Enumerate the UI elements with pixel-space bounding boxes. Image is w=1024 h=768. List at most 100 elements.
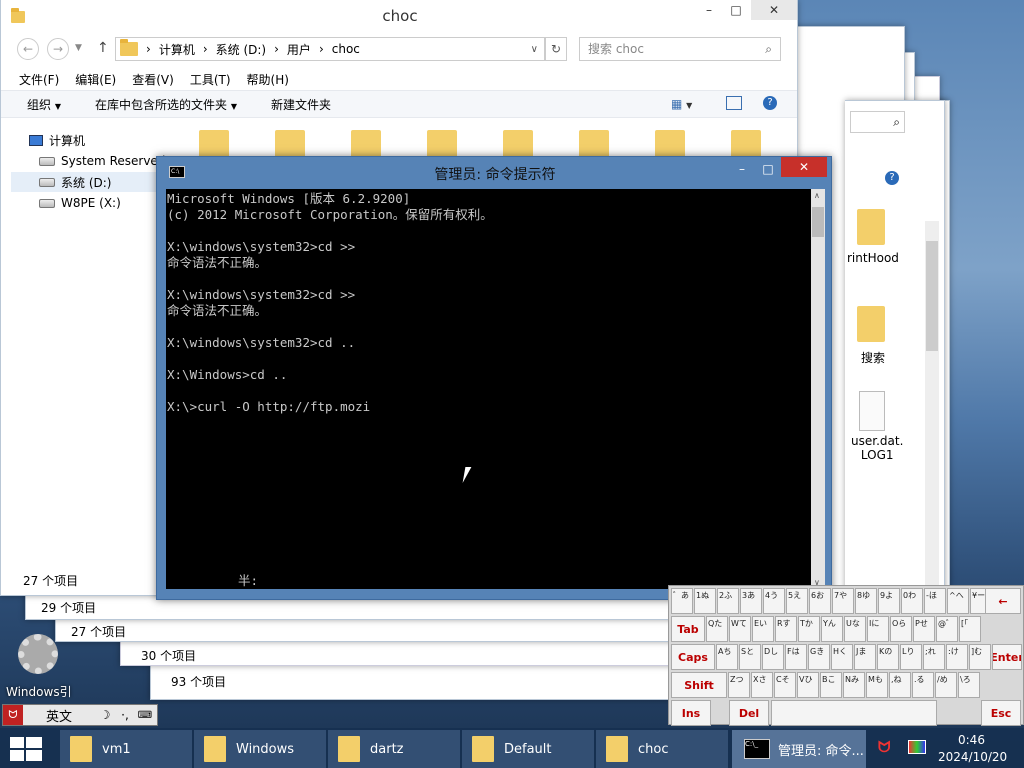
key[interactable]: Zつ <box>728 672 750 698</box>
preview-pane-icon[interactable] <box>726 96 742 110</box>
clock-date[interactable]: 2024/10/20 <box>938 750 1007 764</box>
menu-file[interactable]: 文件(F) <box>19 71 59 88</box>
key[interactable]: Gき <box>808 644 830 670</box>
key[interactable]: Lり <box>900 644 922 670</box>
search-input[interactable]: 搜索 choc ⌕ <box>579 37 781 61</box>
folder-icon[interactable] <box>731 130 761 158</box>
key[interactable]: ,ね <box>889 672 911 698</box>
key[interactable]: Qた <box>706 616 728 642</box>
dropdown-icon[interactable]: ▼ <box>75 43 82 53</box>
shift-key[interactable]: Shift <box>671 672 727 698</box>
key[interactable]: :け <box>946 644 968 670</box>
chevron-down-icon[interactable]: ∨ <box>531 44 538 55</box>
minimize-button[interactable]: – <box>729 159 755 179</box>
up-icon[interactable]: ↑ <box>97 40 109 56</box>
breadcrumb-computer[interactable]: 计算机 <box>159 41 195 58</box>
nav-drive-x[interactable]: W8PE (X:) <box>39 196 121 210</box>
del-key[interactable]: Del <box>729 700 769 726</box>
clock-time[interactable]: 0:46 <box>958 733 985 747</box>
key[interactable]: Fは <box>785 644 807 670</box>
maximize-button[interactable]: □ <box>723 0 749 20</box>
key[interactable]: Wて <box>729 616 751 642</box>
folder-icon[interactable] <box>351 130 381 158</box>
key[interactable]: Kの <box>877 644 899 670</box>
esc-key[interactable]: Esc <box>981 700 1021 726</box>
backspace-key[interactable]: ← <box>985 588 1021 614</box>
key[interactable]: [「 <box>959 616 981 642</box>
key[interactable]: Jま <box>854 644 876 670</box>
title-bar[interactable]: choc – □ ✕ <box>1 0 799 30</box>
breadcrumb-choc[interactable]: choc <box>332 42 360 56</box>
ime-mode-button[interactable]: 英文 <box>23 706 95 725</box>
key[interactable]: ゛あ <box>671 588 693 614</box>
display-tray-icon[interactable] <box>908 740 926 754</box>
key[interactable]: Yん <box>821 616 843 642</box>
taskbar-item-cmd[interactable]: C:\_ 管理员: 命令... <box>732 730 866 768</box>
key[interactable]: Rす <box>775 616 797 642</box>
soft-keyboard-icon[interactable]: ⌨ <box>135 710 155 721</box>
taskbar-item-default[interactable]: Default <box>462 730 594 768</box>
key[interactable]: Bこ <box>820 672 842 698</box>
key[interactable]: 3あ <box>740 588 762 614</box>
key[interactable]: Dし <box>762 644 784 670</box>
key[interactable]: Cそ <box>774 672 796 698</box>
gear-icon[interactable] <box>18 634 58 674</box>
forward-icon[interactable]: → <box>47 38 69 60</box>
key[interactable]: Tか <box>798 616 820 642</box>
file-icon[interactable] <box>859 391 885 431</box>
refresh-button[interactable]: ↻ <box>545 37 567 61</box>
key[interactable]: Xさ <box>751 672 773 698</box>
new-folder-button[interactable]: 新建文件夹 <box>271 96 331 113</box>
key[interactable]: \ろ <box>958 672 980 698</box>
folder-icon[interactable] <box>199 130 229 158</box>
key[interactable]: Mも <box>866 672 888 698</box>
desktop-icon-label[interactable]: Windows引 <box>6 683 72 700</box>
cmd-title-bar[interactable]: C:\ 管理员: 命令提示符 – □ ✕ <box>157 157 833 187</box>
help-icon[interactable]: ? <box>885 171 899 185</box>
enter-key[interactable]: Enter <box>992 644 1022 670</box>
view-options-icon[interactable]: ▦ ▼ <box>671 97 692 111</box>
ime-tray-icon[interactable]: ᗢ <box>878 738 896 756</box>
key[interactable]: Vひ <box>797 672 819 698</box>
nav-drive-system-reserved[interactable]: System Reserved <box>39 154 165 168</box>
taskbar-item-windows[interactable]: Windows <box>194 730 326 768</box>
cmd-scrollbar[interactable]: ∧ ∨ <box>811 189 825 589</box>
folder-icon[interactable] <box>655 130 685 158</box>
include-library-button[interactable]: 在库中包含所选的文件夹 ▼ <box>95 96 237 113</box>
menu-edit[interactable]: 编辑(E) <box>75 71 116 88</box>
caps-key[interactable]: Caps <box>671 644 715 670</box>
key[interactable]: Hく <box>831 644 853 670</box>
key[interactable]: ^へ <box>947 588 969 614</box>
folder-icon[interactable] <box>579 130 609 158</box>
ins-key[interactable]: Ins <box>671 700 711 726</box>
key[interactable]: Oら <box>890 616 912 642</box>
key[interactable]: 6お <box>809 588 831 614</box>
key[interactable]: Pせ <box>913 616 935 642</box>
address-bar[interactable]: › 计算机 › 系统 (D:) › 用户 › choc ∨ <box>115 37 545 61</box>
folder-icon[interactable] <box>503 130 533 158</box>
punctuation-icon[interactable]: ·, <box>115 708 135 722</box>
cmd-console[interactable]: Microsoft Windows [版本 6.2.9200] (c) 2012 … <box>166 189 811 589</box>
folder-icon[interactable] <box>427 130 457 158</box>
key[interactable]: 5え <box>786 588 808 614</box>
key[interactable]: ]む <box>969 644 991 670</box>
help-icon[interactable]: ? <box>763 96 777 110</box>
start-button[interactable] <box>10 737 42 761</box>
key[interactable]: Nみ <box>843 672 865 698</box>
search-box[interactable]: ⌕ <box>850 111 905 133</box>
key[interactable]: 0わ <box>901 588 923 614</box>
nav-drive-d[interactable]: 系统 (D:) <box>11 172 161 192</box>
key[interactable]: .る <box>912 672 934 698</box>
nav-computer[interactable]: 计算机 <box>29 132 85 149</box>
scrollbar[interactable] <box>925 221 939 601</box>
taskbar-item-choc[interactable]: choc <box>596 730 728 768</box>
key[interactable]: Uな <box>844 616 866 642</box>
key[interactable]: Sと <box>739 644 761 670</box>
key[interactable]: 7や <box>832 588 854 614</box>
menu-tools[interactable]: 工具(T) <box>190 71 231 88</box>
key[interactable]: Eい <box>752 616 774 642</box>
close-button[interactable]: ✕ <box>781 157 827 177</box>
space-key[interactable] <box>771 700 937 726</box>
key[interactable]: /め <box>935 672 957 698</box>
key[interactable]: 4う <box>763 588 785 614</box>
